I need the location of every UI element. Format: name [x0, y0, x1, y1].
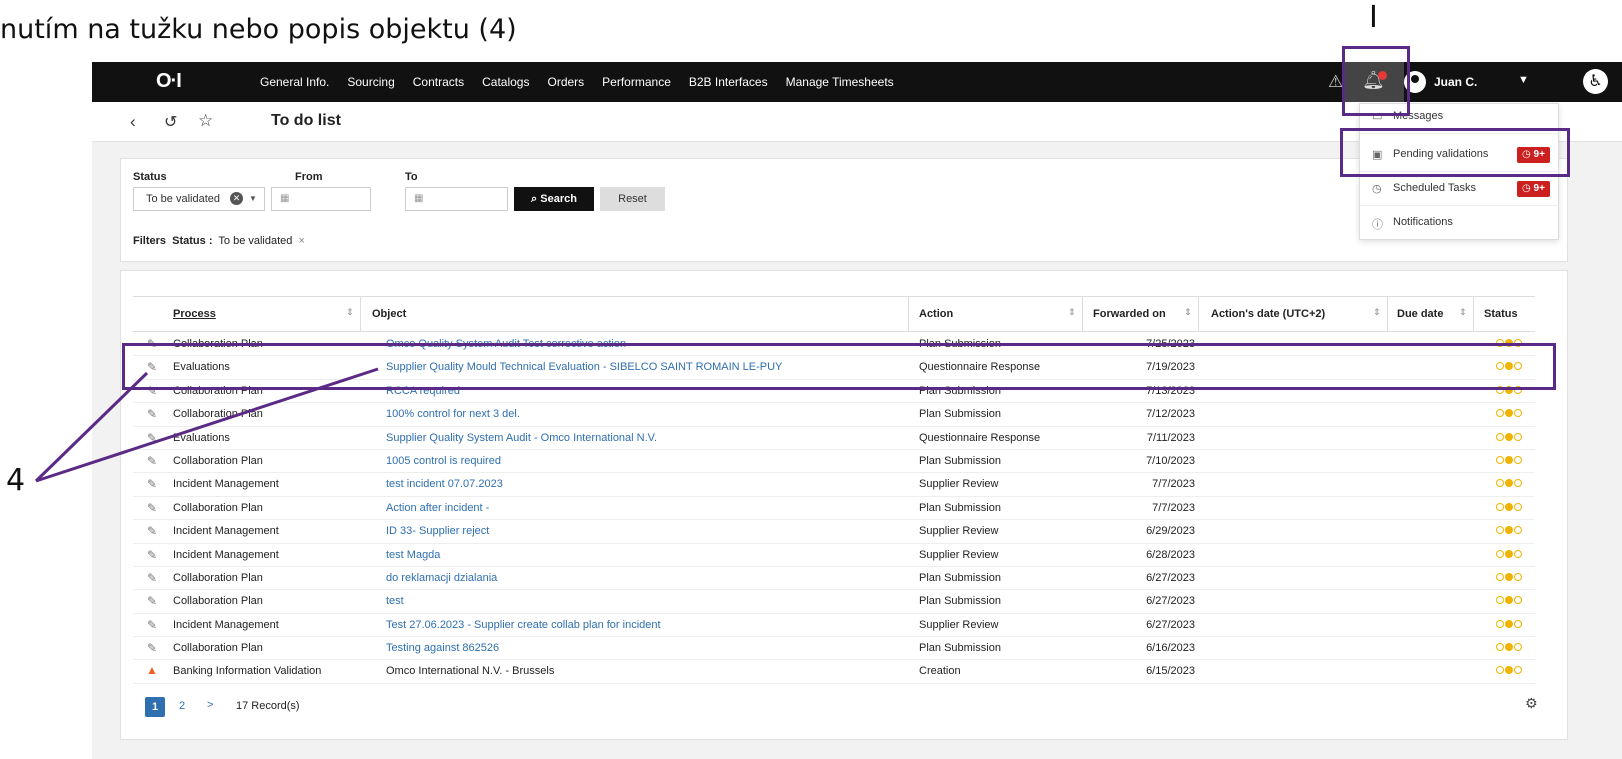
annotation-arrows	[34, 367, 379, 483]
